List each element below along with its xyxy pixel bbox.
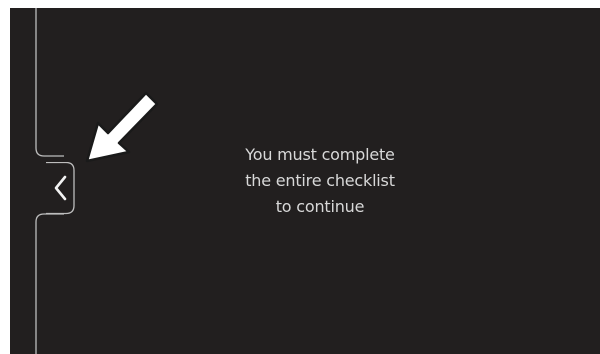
pointer-arrow-icon bbox=[85, 91, 159, 163]
message-line-2: the entire checklist bbox=[245, 171, 395, 190]
message-line-1: You must complete bbox=[245, 145, 395, 164]
checklist-screen: You must complete the entire checklist t… bbox=[10, 8, 600, 354]
message-line-3: to continue bbox=[275, 197, 365, 216]
checklist-incomplete-message: You must complete the entire checklist t… bbox=[200, 142, 440, 220]
chevron-left-icon bbox=[54, 175, 67, 201]
